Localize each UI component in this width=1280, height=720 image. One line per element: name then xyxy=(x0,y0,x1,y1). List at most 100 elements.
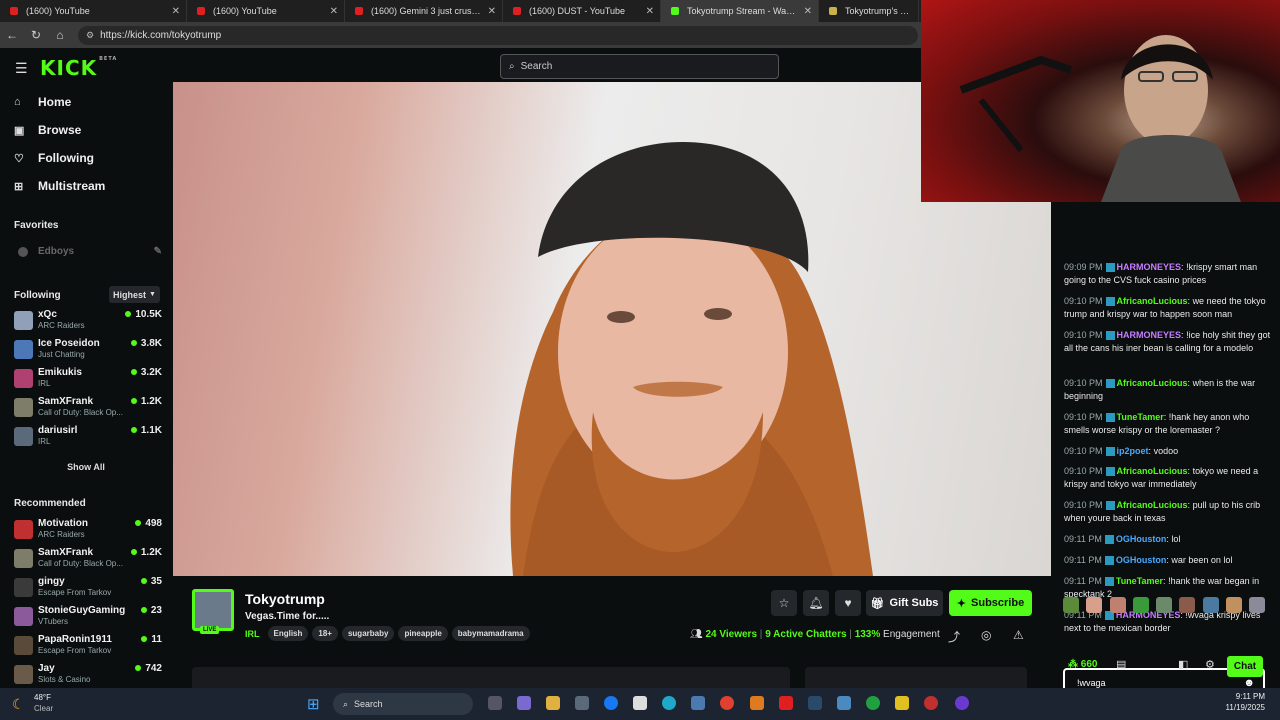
sidebar-channel-emikukis[interactable]: Emikukis IRL 3.2K xyxy=(14,367,162,393)
sidebar-channel-xqc[interactable]: xQc ARC Raiders 10.5K xyxy=(14,309,162,335)
close-tab-icon[interactable]: ✕ xyxy=(330,6,338,17)
favorite-star-button[interactable]: ☆ xyxy=(771,590,797,616)
emote[interactable] xyxy=(1156,597,1172,613)
xbox-icon[interactable] xyxy=(866,696,880,710)
close-tab-icon[interactable]: ✕ xyxy=(172,6,180,17)
clock-date[interactable]: 11/19/2025 xyxy=(1215,703,1265,712)
nav-home[interactable]: ⌂ Home xyxy=(14,95,71,109)
emote[interactable] xyxy=(1132,597,1149,613)
emote[interactable] xyxy=(1063,597,1079,613)
chat-username[interactable]: AfricanoLucious xyxy=(1117,296,1188,306)
copilot-icon[interactable] xyxy=(517,696,531,710)
tag[interactable]: babymamadrama xyxy=(451,626,530,641)
amazon-icon[interactable] xyxy=(633,696,647,710)
nav-browse[interactable]: ▣ Browse xyxy=(14,123,81,137)
sort-dropdown[interactable]: Highest ▼ xyxy=(109,286,160,303)
kick-logo[interactable]: KICK BETA xyxy=(40,56,117,80)
nav-following[interactable]: ♡ Following xyxy=(14,151,94,165)
app-icon[interactable] xyxy=(924,696,938,710)
chat-username[interactable]: AfricanoLucious xyxy=(1117,500,1188,510)
favorite-item[interactable]: Edboys ✎ xyxy=(18,246,162,257)
channel-points[interactable]: ⁂ 660 xyxy=(1068,659,1097,670)
weather-temp[interactable]: 48°F xyxy=(34,693,51,702)
chat-username[interactable]: HARMONEYES xyxy=(1117,262,1182,272)
vlc-icon[interactable] xyxy=(750,696,764,710)
chat-send-button[interactable]: Chat xyxy=(1227,656,1263,677)
sidebar-channel-motivation[interactable]: Motivation ARC Raiders 498 xyxy=(14,518,162,544)
steam-icon[interactable] xyxy=(808,696,822,710)
reload-icon[interactable]: ↻ xyxy=(24,28,48,42)
tag[interactable]: pineapple xyxy=(398,626,448,641)
nav-multistream[interactable]: ⊞ Multistream xyxy=(14,179,105,193)
share-icon[interactable]: ⤴ xyxy=(948,628,960,645)
youtube-icon[interactable] xyxy=(779,696,793,710)
chat-username[interactable]: HARMONEYES xyxy=(1117,330,1182,340)
close-tab-icon[interactable]: ✕ xyxy=(804,6,812,17)
address-bar[interactable]: ⚙ https://kick.com/tokyotrump xyxy=(78,26,918,45)
follow-heart-button[interactable]: ♥ xyxy=(835,590,861,616)
sidebar-channel-dariusirl[interactable]: dariusirl IRL 1.1K xyxy=(14,425,162,451)
home-icon[interactable]: ⌂ xyxy=(48,28,72,42)
emote[interactable] xyxy=(1086,597,1103,613)
subscribe-button[interactable]: ✦ Subscribe xyxy=(949,590,1032,616)
chat-username[interactable]: TuneTamer xyxy=(1116,576,1163,586)
chrome-icon[interactable] xyxy=(720,696,734,710)
browser-tab-active[interactable]: Tokyotrump Stream - Watch ✕ xyxy=(661,0,819,22)
back-icon[interactable]: ← xyxy=(0,28,24,42)
tag[interactable]: English xyxy=(267,626,309,641)
settings-gear-icon[interactable]: ⚙ xyxy=(1205,658,1215,671)
menu-icon[interactable]: ☰ xyxy=(15,60,28,77)
hide-icon[interactable]: ◎ xyxy=(981,628,991,642)
chat-username[interactable]: TuneTamer xyxy=(1117,412,1164,422)
emote[interactable] xyxy=(1249,597,1265,613)
file-explorer-icon[interactable] xyxy=(546,696,560,710)
close-tab-icon[interactable]: ✕ xyxy=(488,6,496,17)
tag[interactable]: sugarbaby xyxy=(341,626,395,641)
chat-username[interactable]: AfricanoLucious xyxy=(1117,378,1188,388)
chat-username[interactable]: ip2poet xyxy=(1117,446,1149,456)
close-tab-icon[interactable]: ✕ xyxy=(646,6,654,17)
sidebar-channel-samxfrank[interactable]: SamXFrank Call of Duty: Black Op... 1.2K xyxy=(14,396,162,422)
chat-username[interactable]: OGHouston xyxy=(1116,534,1167,544)
streamer-name[interactable]: Tokyotrump xyxy=(245,591,325,607)
edge-icon[interactable] xyxy=(662,696,676,710)
browser-tab[interactable]: (1600) YouTube ✕ xyxy=(187,0,345,22)
emote[interactable] xyxy=(1179,597,1196,613)
task-view-icon[interactable] xyxy=(488,696,502,710)
windows-start-icon[interactable]: ⊞ xyxy=(307,695,320,713)
search-input[interactable]: ⌕ Search xyxy=(500,54,779,79)
emote[interactable] xyxy=(1202,597,1219,613)
browser-tab[interactable]: (1600) Gemini 3 just crushed eve✕ xyxy=(345,0,503,22)
video-player[interactable] xyxy=(173,82,1051,576)
emote[interactable] xyxy=(1109,597,1126,613)
obs-icon[interactable] xyxy=(955,696,969,710)
clip-icon[interactable]: ◧ xyxy=(1178,658,1188,671)
site-info-icon[interactable]: ⚙ xyxy=(86,30,94,41)
gift-subs-button[interactable]: 🎁︎ Gift Subs xyxy=(866,590,943,616)
browser-tab[interactable]: Tokyotrump's TTS Voic xyxy=(819,0,919,22)
chat-username[interactable]: OGHouston xyxy=(1116,555,1167,565)
category-link[interactable]: IRL xyxy=(245,629,260,639)
notification-bell-button[interactable]: 🔔︎ xyxy=(803,590,829,616)
chat-username[interactable]: AfricanoLucious xyxy=(1117,466,1188,476)
sidebar-channel-gingy[interactable]: gingy Escape From Tarkov 35 xyxy=(14,576,162,602)
streamer-avatar[interactable] xyxy=(192,589,234,631)
browser-tab[interactable]: (1600) DUST - YouTube ✕ xyxy=(503,0,661,22)
app-icon[interactable] xyxy=(837,696,851,710)
browser-tab[interactable]: (1600) YouTube ✕ xyxy=(0,0,187,22)
sidebar-channel-paparonin1911[interactable]: PapaRonin1911 Escape From Tarkov 11 xyxy=(14,634,162,660)
pin-icon[interactable]: ✎ xyxy=(154,246,162,257)
tag[interactable]: 18+ xyxy=(312,626,338,641)
store-icon[interactable]: ▤ xyxy=(1116,658,1126,671)
taskbar-search[interactable]: ⌕ Search xyxy=(333,693,473,715)
sidebar-channel-jay[interactable]: Jay Slots & Casino 742 xyxy=(14,663,162,689)
sidebar-channel-ice-poseidon[interactable]: Ice Poseidon Just Chatting 3.8K xyxy=(14,338,162,364)
emote[interactable] xyxy=(1225,597,1242,613)
facebook-icon[interactable] xyxy=(604,696,618,710)
sidebar-channel-samxfrank[interactable]: SamXFrank Call of Duty: Black Op... 1.2K xyxy=(14,547,162,573)
sidebar-channel-stonieguygaming[interactable]: StonieGuyGaming VTubers 23 xyxy=(14,605,162,631)
show-all-button[interactable]: Show All xyxy=(0,462,172,472)
sticky-notes-icon[interactable] xyxy=(895,696,909,710)
report-icon[interactable]: ⚠ xyxy=(1013,628,1024,642)
clock-time[interactable]: 9:11 PM xyxy=(1215,692,1265,701)
